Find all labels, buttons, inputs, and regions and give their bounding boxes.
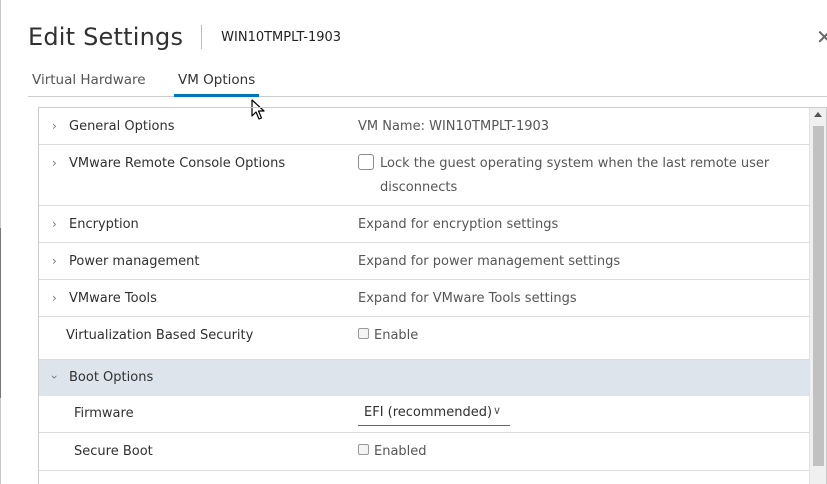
tab-vm-options[interactable]: VM Options bbox=[174, 70, 260, 97]
chevron-right-icon: › bbox=[52, 254, 57, 268]
scroll-thumb[interactable] bbox=[813, 126, 824, 466]
firmware-selected-value: EFI (recommended) bbox=[364, 405, 493, 420]
row-firmware: Firmware EFI (recommended) ∨ bbox=[39, 396, 809, 433]
chevron-down-icon: › bbox=[47, 374, 62, 380]
row-label: Boot Options bbox=[69, 370, 154, 385]
row-label: Secure Boot bbox=[74, 444, 153, 459]
dialog-title: Edit Settings bbox=[28, 23, 184, 51]
secure-boot-checkbox[interactable] bbox=[358, 444, 369, 455]
row-label: Encryption bbox=[69, 217, 139, 232]
row-boot-options[interactable]: › Boot Options bbox=[39, 360, 809, 396]
firmware-select[interactable]: EFI (recommended) ∨ bbox=[358, 402, 510, 426]
row-secure-boot: Secure Boot Enabled bbox=[39, 433, 809, 471]
lock-guest-os-checkbox[interactable] bbox=[358, 154, 374, 170]
lock-guest-os-label: Lock the guest operating system when the… bbox=[380, 156, 770, 195]
row-label: General Options bbox=[69, 119, 175, 134]
chevron-down-icon: ∨ bbox=[493, 404, 502, 417]
secure-boot-label: Enabled bbox=[374, 444, 427, 459]
dialog-subtitle: WIN10TMPLT-1903 bbox=[221, 29, 342, 45]
tools-hint: Expand for VMware Tools settings bbox=[358, 291, 577, 306]
encryption-hint: Expand for encryption settings bbox=[358, 217, 559, 232]
row-label: Power management bbox=[69, 254, 200, 269]
secure-boot-control[interactable]: Enabled bbox=[358, 444, 427, 459]
row-general-options[interactable]: › General Options VM Name: WIN10TMPLT-19… bbox=[39, 108, 809, 145]
scroll-up-arrow-icon[interactable] bbox=[814, 112, 822, 117]
vbs-enable-checkbox[interactable] bbox=[358, 328, 369, 339]
row-vbs: Virtualization Based Security Enable bbox=[39, 317, 809, 360]
row-label: Firmware bbox=[74, 406, 134, 421]
close-icon[interactable]: ✕ bbox=[816, 24, 827, 50]
window-left-edge-shadow bbox=[0, 228, 1, 398]
vbs-enable-label: Enable bbox=[374, 328, 419, 343]
chevron-right-icon: › bbox=[52, 291, 57, 305]
vbs-enable-control[interactable]: Enable bbox=[358, 328, 418, 343]
title-divider bbox=[201, 25, 203, 49]
power-hint: Expand for power management settings bbox=[358, 254, 621, 269]
row-encryption[interactable]: › Encryption Expand for encryption setti… bbox=[39, 206, 809, 243]
chevron-right-icon: › bbox=[52, 156, 57, 170]
row-label: VMware Tools bbox=[69, 291, 157, 306]
tab-bar: Virtual Hardware VM Options bbox=[28, 70, 827, 97]
vm-name-value: VM Name: WIN10TMPLT-1903 bbox=[358, 119, 550, 134]
dialog-header: Edit Settings WIN10TMPLT-1903 bbox=[28, 20, 341, 54]
tab-virtual-hardware[interactable]: Virtual Hardware bbox=[28, 70, 150, 97]
row-power-management[interactable]: › Power management Expand for power mana… bbox=[39, 243, 809, 280]
row-vmrc-options[interactable]: › VMware Remote Console Options Lock the… bbox=[39, 145, 809, 206]
chevron-right-icon: › bbox=[52, 217, 57, 231]
row-label: Virtualization Based Security bbox=[66, 328, 254, 343]
vm-options-panel: › General Options VM Name: WIN10TMPLT-19… bbox=[38, 107, 827, 484]
row-label: VMware Remote Console Options bbox=[69, 156, 286, 171]
chevron-right-icon: › bbox=[52, 119, 57, 133]
row-vmware-tools[interactable]: › VMware Tools Expand for VMware Tools s… bbox=[39, 280, 809, 317]
vertical-scrollbar[interactable] bbox=[809, 108, 826, 484]
